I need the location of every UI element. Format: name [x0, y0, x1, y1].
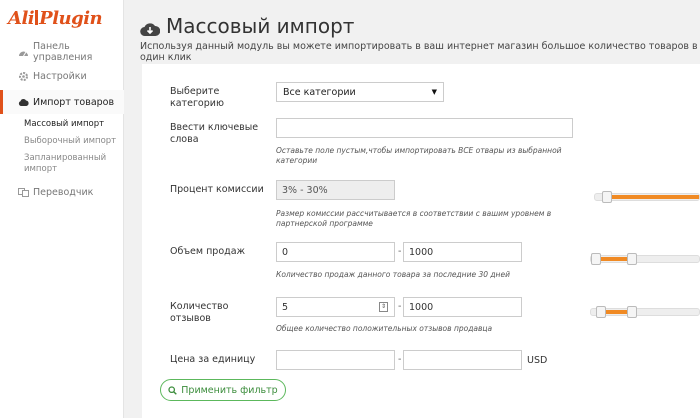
page-description: Используя данный модуль вы можете импорт… [140, 41, 698, 63]
sidebar-subitem-bulk-import[interactable]: Массовый импорт [0, 116, 124, 133]
apply-filter-button[interactable]: Применить фильтр [160, 379, 286, 401]
sidebar-item-label: Импорт товаров [33, 96, 115, 108]
sales-slider-handle-min[interactable] [591, 253, 601, 265]
logo[interactable]: Ali Plugin [8, 8, 103, 29]
spinner-icon[interactable]: ⇕ [379, 302, 388, 312]
reviews-min-value: 5 [282, 301, 289, 313]
commission-slider[interactable] [594, 191, 700, 203]
price-label: Цена за единицу [170, 354, 256, 365]
commission-hint: Размер комиссии рассчитывается в соответ… [276, 209, 552, 228]
sidebar: Ali Plugin Панель управления Настройки Им… [0, 0, 124, 418]
commission-value: 3% - 30% [276, 180, 395, 200]
reviews-slider-handle-max[interactable] [626, 306, 637, 318]
category-select-value: Все категории [283, 86, 356, 98]
sidebar-item-settings[interactable]: Настройки [0, 64, 124, 88]
dashboard-icon [18, 47, 29, 58]
sales-hint: Количество продаж данного товара за посл… [276, 270, 510, 279]
category-select[interactable]: Все категории ▼ [276, 82, 444, 102]
sidebar-item-label: Панель управления [33, 41, 93, 63]
sales-range-dash: - [398, 246, 402, 257]
reviews-range-dash: - [398, 301, 402, 312]
keywords-label: Ввести ключевые слова [170, 122, 259, 145]
cloud-download-icon [140, 18, 161, 37]
category-label: Выберите категорию [170, 86, 224, 109]
sales-max-input[interactable] [403, 242, 522, 262]
page-title-text: Массовый импорт [166, 14, 355, 38]
translate-icon [18, 187, 29, 198]
sidebar-item-translator[interactable]: Переводчик [0, 180, 124, 204]
logo-text-ali: Ali [8, 8, 35, 29]
sidebar-item-dashboard[interactable]: Панель управления [0, 40, 124, 64]
apply-filter-label: Применить фильтр [181, 384, 278, 396]
price-max-input[interactable] [403, 350, 522, 370]
logo-divider [35, 10, 39, 25]
keywords-input[interactable] [276, 118, 573, 138]
sidebar-subitem-scheduled-import[interactable]: Запланированный импорт [0, 150, 106, 178]
price-range-dash: - [398, 354, 402, 365]
commission-label: Процент комиссии [170, 184, 264, 195]
gear-icon [18, 71, 29, 82]
cloud-icon [18, 97, 29, 108]
sales-slider-handle-max[interactable] [626, 253, 637, 265]
search-icon [168, 385, 178, 395]
reviews-slider[interactable] [590, 306, 700, 318]
price-min-input[interactable] [276, 350, 395, 370]
sidebar-item-product-import[interactable]: Импорт товаров [0, 90, 124, 114]
sales-slider[interactable] [590, 253, 700, 265]
reviews-slider-handle-min[interactable] [596, 306, 607, 318]
sales-label: Объем продаж [170, 246, 246, 257]
sidebar-item-label: Настройки [33, 70, 87, 82]
sales-min-input[interactable] [276, 242, 395, 262]
keywords-hint: Оставьте поле пустым,чтобы импортировать… [276, 146, 562, 165]
sidebar-nav: Панель управления Настройки Импорт товар… [0, 40, 124, 204]
reviews-max-input[interactable] [403, 297, 522, 317]
logo-text-plugin: Plugin [39, 8, 103, 29]
sidebar-item-label: Переводчик [33, 186, 94, 198]
sidebar-subitem-selective-import[interactable]: Выборочный импорт [0, 133, 124, 150]
commission-slider-fill [602, 195, 699, 199]
reviews-hint: Общее количество положительных отзывов п… [276, 324, 493, 333]
price-unit: USD [527, 355, 548, 366]
caret-down-icon: ▼ [431, 88, 437, 96]
commission-slider-handle-min[interactable] [602, 191, 613, 203]
reviews-label: Количество отзывов [170, 301, 229, 324]
page-title: Массовый импорт [140, 14, 354, 38]
reviews-min-input[interactable]: 5 ⇕ [276, 297, 395, 317]
